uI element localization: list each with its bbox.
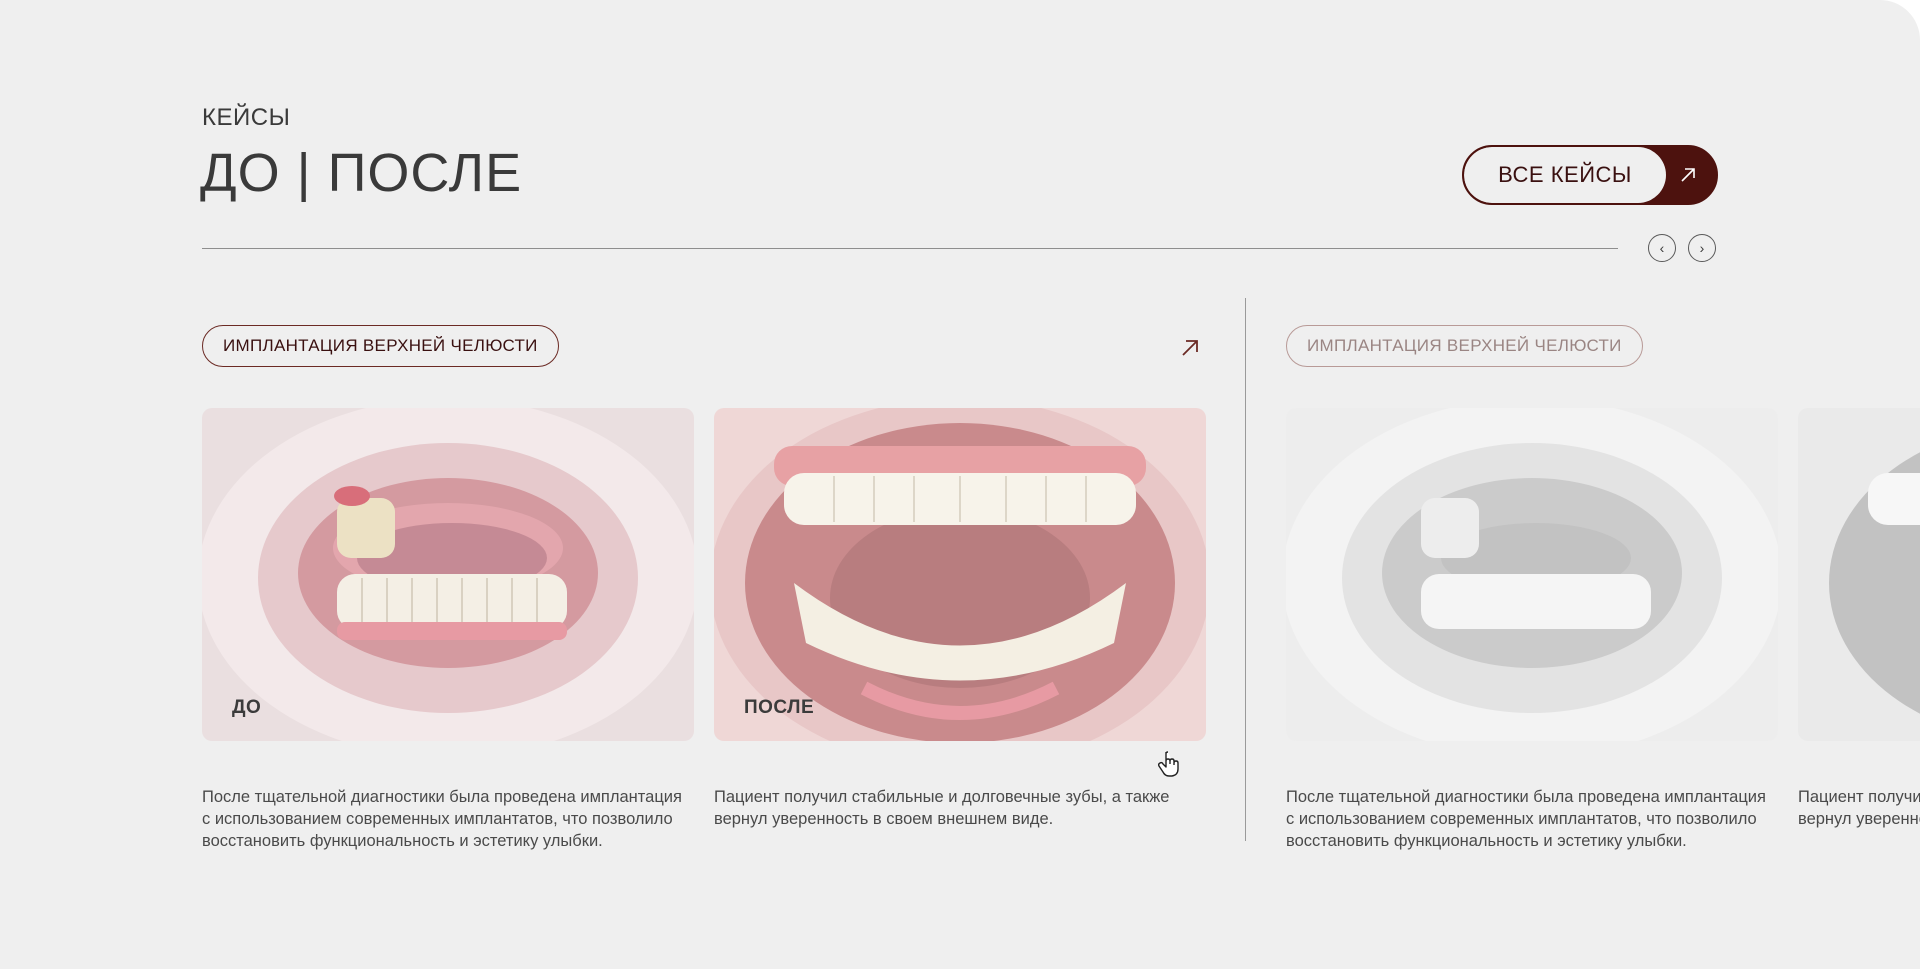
section-title: ДО | ПОСЛЕ	[200, 143, 523, 203]
chevron-left-icon: ‹	[1659, 240, 1665, 256]
all-cases-button[interactable]: ВСЕ КЕЙСЫ	[1462, 145, 1718, 205]
case-tag[interactable]: ИМПЛАНТАЦИЯ ВЕРХНЕЙ ЧЕЛЮСТИ	[1286, 325, 1643, 367]
hand-cursor-icon	[1157, 750, 1182, 783]
arrow-up-right-icon	[1668, 147, 1708, 203]
before-description: После тщательной диагностики была провед…	[202, 788, 682, 850]
arrow-up-right-icon	[1182, 340, 1198, 356]
after-photo	[1798, 408, 1920, 741]
case-tag[interactable]: ИМПЛАНТАЦИЯ ВЕРХНЕЙ ЧЕЛЮСТИ	[202, 325, 559, 367]
case-separator	[1245, 298, 1246, 841]
carousel-prev-button[interactable]: ‹	[1648, 234, 1676, 262]
before-photo: ДО	[202, 408, 694, 741]
before-photo	[1286, 408, 1778, 741]
all-cases-label: ВСЕ КЕЙСЫ	[1464, 147, 1666, 203]
after-caption: ПОСЛЕ	[744, 697, 815, 718]
section-eyebrow: КЕЙСЫ	[202, 104, 291, 131]
after-description: Пациент получил стабильные и долговечные…	[714, 788, 1170, 828]
cases-section: КЕЙСЫ ДО | ПОСЛЕ ВСЕ КЕЙСЫ ‹ › ИМПЛАНТАЦ…	[0, 0, 1920, 969]
before-caption: ДО	[232, 697, 262, 718]
after-photo: ПОСЛЕ	[714, 408, 1206, 741]
header-divider	[202, 248, 1618, 249]
after-description: Пациент получил стабильные и долговечные…	[1798, 788, 1920, 828]
case-open-link[interactable]	[1176, 334, 1204, 362]
chevron-right-icon: ›	[1699, 240, 1705, 256]
carousel-next-button[interactable]: ›	[1688, 234, 1716, 262]
before-description: После тщательной диагностики была провед…	[1286, 788, 1766, 850]
